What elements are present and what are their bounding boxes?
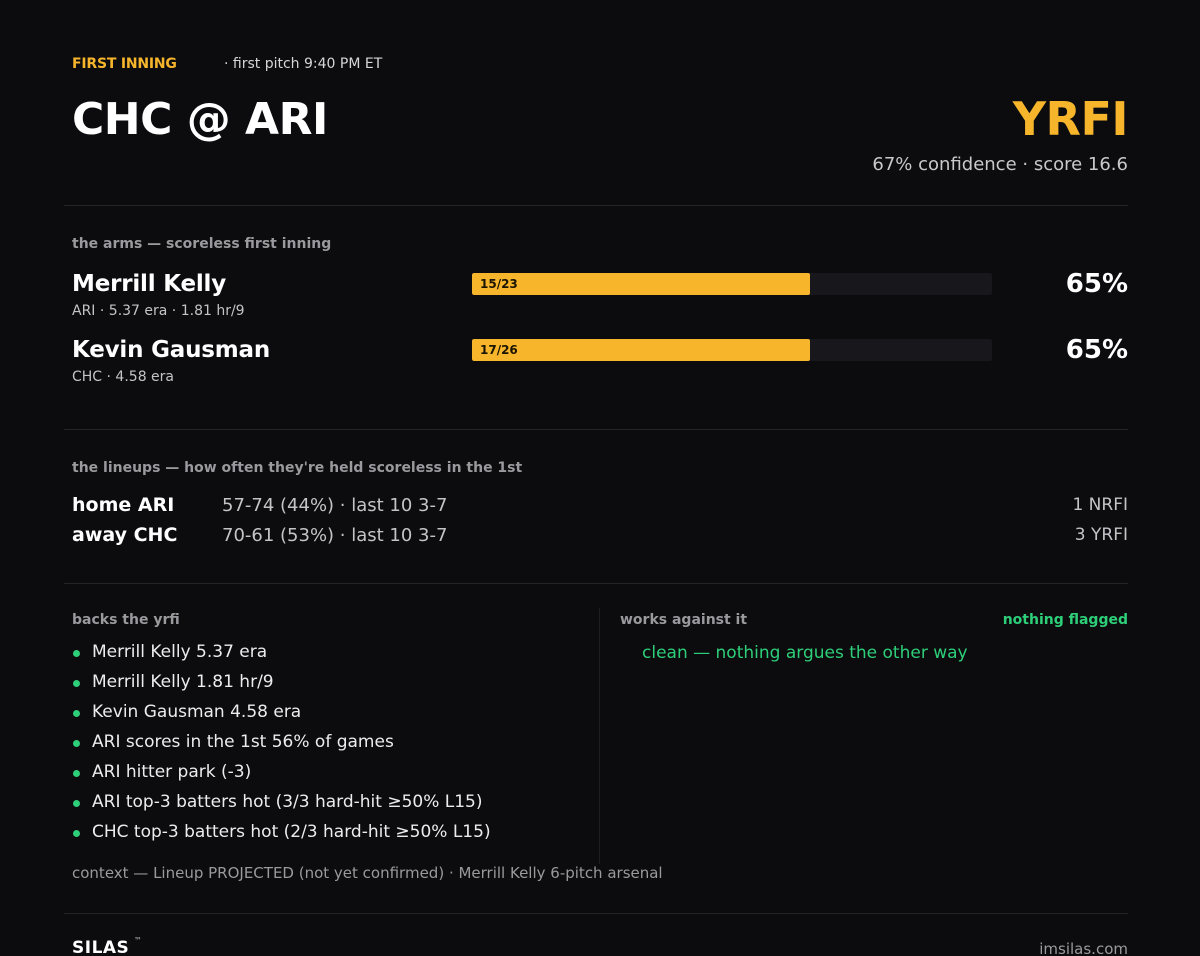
lineup-result: 1 NRFI	[1072, 495, 1128, 515]
pitcher-row: Merrill Kelly ARI · 5.37 era · 1.81 hr/9…	[72, 269, 1128, 327]
scoreless-bar: 15/23	[472, 273, 992, 295]
lineup-row: away CHC 70-61 (53%) · last 10 3-7 3 YRF…	[72, 524, 1128, 550]
pro-factor-list: Merrill Kelly 5.37 era Merrill Kelly 1.8…	[72, 642, 491, 852]
column-divider	[599, 608, 600, 864]
scoreless-bar-fill: 17/26	[472, 339, 810, 361]
green-dot-icon	[73, 650, 80, 657]
green-dot-icon	[73, 830, 80, 837]
green-dot-icon	[73, 680, 80, 687]
first-pitch-time: · first pitch 9:40 PM ET	[224, 56, 383, 72]
con-section-label: works against it	[620, 612, 748, 628]
market-kicker: FIRST INNING	[72, 56, 177, 72]
lineups-section-label: the lineups — how often they're held sco…	[72, 460, 523, 476]
green-dot-icon	[73, 740, 80, 747]
pitcher-row: Kevin Gausman CHC · 4.58 era 17/26 65%	[72, 335, 1128, 393]
pitcher-meta: ARI · 5.37 era · 1.81 hr/9	[72, 303, 245, 319]
lineup-side: away CHC	[72, 524, 178, 546]
arms-section-label: the arms — scoreless first inning	[72, 236, 332, 252]
con-clean-note: clean — nothing argues the other way	[642, 643, 968, 663]
scoreless-record: 17/26	[480, 343, 518, 357]
list-item: ARI scores in the 1st 56% of games	[72, 732, 491, 762]
pitcher-name: Kevin Gausman	[72, 337, 270, 363]
green-dot-icon	[73, 770, 80, 777]
list-item: Kevin Gausman 4.58 era	[72, 702, 491, 732]
kicker-row: FIRST INNING · first pitch 9:40 PM ET	[72, 56, 672, 74]
lineup-result: 3 YRFI	[1074, 525, 1128, 545]
lineup-stats: 57-74 (44%) · last 10 3-7	[222, 495, 448, 516]
trademark-mark: ™	[134, 936, 142, 945]
scoreless-bar: 17/26	[472, 339, 992, 361]
context-note: context — Lineup PROJECTED (not yet conf…	[72, 864, 663, 882]
brand-logo: SILAS	[72, 938, 130, 956]
lineup-row: home ARI 57-74 (44%) · last 10 3-7 1 NRF…	[72, 494, 1128, 520]
divider	[64, 583, 1128, 584]
list-item: ARI top-3 batters hot (3/3 hard-hit ≥50%…	[72, 792, 491, 822]
list-item: Merrill Kelly 1.81 hr/9	[72, 672, 491, 702]
matchup-title: CHC @ ARI	[72, 94, 328, 145]
lineup-stats: 70-61 (53%) · last 10 3-7	[222, 525, 448, 546]
scoreless-pct: 65%	[1065, 335, 1128, 365]
verdict-confidence: 67% confidence · score 16.6	[872, 154, 1128, 175]
pitcher-name: Merrill Kelly	[72, 271, 227, 297]
con-flag-status: nothing flagged	[1002, 612, 1128, 628]
lineup-side: home ARI	[72, 494, 175, 516]
green-dot-icon	[73, 710, 80, 717]
list-item: CHC top-3 batters hot (2/3 hard-hit ≥50%…	[72, 822, 491, 852]
pro-section-label: backs the yrfi	[72, 612, 180, 628]
scoreless-record: 15/23	[480, 277, 518, 291]
green-dot-icon	[73, 800, 80, 807]
pick-card: FIRST INNING · first pitch 9:40 PM ET CH…	[64, 0, 1129, 956]
verdict-badge: YRFI	[1012, 92, 1129, 146]
pitcher-meta: CHC · 4.58 era	[72, 369, 174, 385]
list-item: ARI hitter park (-3)	[72, 762, 491, 792]
scoreless-bar-fill: 15/23	[472, 273, 810, 295]
divider	[64, 205, 1128, 206]
scoreless-pct: 65%	[1065, 269, 1128, 299]
divider	[64, 429, 1128, 430]
divider	[64, 913, 1128, 914]
site-link[interactable]: imsilas.com	[1039, 940, 1128, 956]
list-item: Merrill Kelly 5.37 era	[72, 642, 491, 672]
